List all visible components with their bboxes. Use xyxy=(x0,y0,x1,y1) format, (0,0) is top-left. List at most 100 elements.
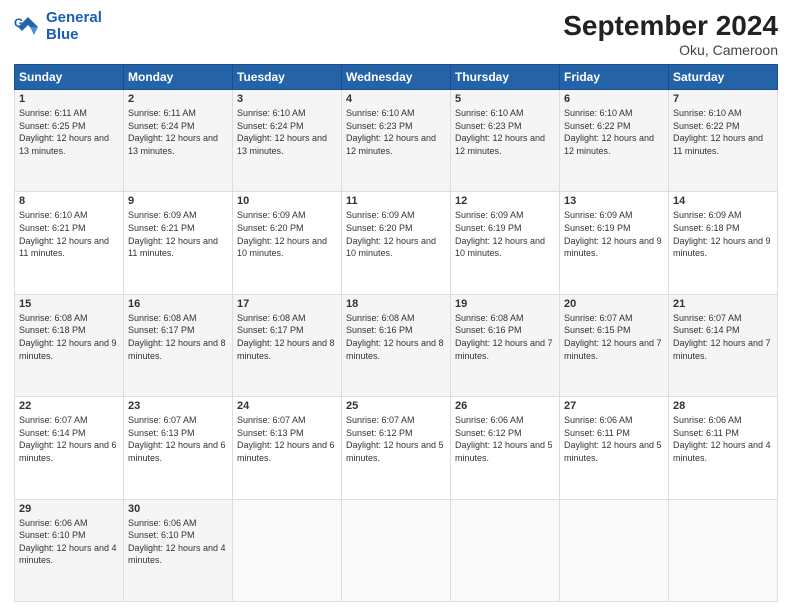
day-number: 2 xyxy=(128,93,228,105)
calendar-cell: 5Sunrise: 6:10 AM Sunset: 6:23 PM Daylig… xyxy=(451,90,560,192)
day-number: 10 xyxy=(237,195,337,207)
cell-info: Sunrise: 6:07 AM Sunset: 6:13 PM Dayligh… xyxy=(237,414,337,464)
calendar-cell xyxy=(560,499,669,601)
cell-info: Sunrise: 6:07 AM Sunset: 6:12 PM Dayligh… xyxy=(346,414,446,464)
calendar-cell: 25 Sunrise: 6:07 AM Sunset: 6:12 PM Dayli… xyxy=(342,397,451,499)
day-number: 6 xyxy=(564,93,664,105)
day-header-thursday: Thursday xyxy=(451,65,560,90)
day-number: 4 xyxy=(346,93,446,105)
cell-info: Sunrise: 6:10 AM Sunset: 6:22 PM Dayligh… xyxy=(564,107,664,157)
calendar-cell: 10 Sunrise: 6:09 AM Sunset: 6:20 PM Dayli… xyxy=(233,192,342,294)
day-header-sunday: Sunday xyxy=(15,65,124,90)
day-number: 30 xyxy=(128,503,228,515)
cell-info: Sunrise: 6:06 AM Sunset: 6:12 PM Dayligh… xyxy=(455,414,555,464)
calendar-cell: 3 Sunrise: 6:10 AM Sunset: 6:24 PM Daylig… xyxy=(233,90,342,192)
calendar-cell: 20 Sunrise: 6:07 AM Sunset: 6:15 PM Dayli… xyxy=(560,294,669,396)
day-number: 23 xyxy=(128,400,228,412)
calendar-cell: 30 Sunrise: 6:06 AM Sunset: 6:10 PM Dayli… xyxy=(124,499,233,601)
calendar-header-row: SundayMondayTuesdayWednesdayThursdayFrid… xyxy=(15,65,778,90)
calendar-cell: 17 Sunrise: 6:08 AM Sunset: 6:17 PM Dayli… xyxy=(233,294,342,396)
day-number: 1 xyxy=(19,93,119,105)
calendar-cell: 26 Sunrise: 6:06 AM Sunset: 6:12 PM Dayli… xyxy=(451,397,560,499)
cell-info: Sunrise: 6:11 AM Sunset: 6:24 PM Dayligh… xyxy=(128,107,228,157)
calendar-cell: 4 Sunrise: 6:10 AM Sunset: 6:23 PM Daylig… xyxy=(342,90,451,192)
cell-info: Sunrise: 6:11 AM Sunset: 6:25 PM Dayligh… xyxy=(19,107,119,157)
day-number: 21 xyxy=(673,298,773,310)
calendar-table: SundayMondayTuesdayWednesdayThursdayFrid… xyxy=(14,64,778,602)
day-header-tuesday: Tuesday xyxy=(233,65,342,90)
day-number: 26 xyxy=(455,400,555,412)
day-number: 12 xyxy=(455,195,555,207)
cell-info: Sunrise: 6:06 AM Sunset: 6:11 PM Dayligh… xyxy=(673,414,773,464)
day-number: 27 xyxy=(564,400,664,412)
cell-info: Sunrise: 6:09 AM Sunset: 6:19 PM Dayligh… xyxy=(455,209,555,259)
calendar-cell: 22Sunrise: 6:07 AM Sunset: 6:14 PM Dayli… xyxy=(15,397,124,499)
cell-info: Sunrise: 6:10 AM Sunset: 6:22 PM Dayligh… xyxy=(673,107,773,157)
day-number: 24 xyxy=(237,400,337,412)
calendar-cell: 11Sunrise: 6:09 AM Sunset: 6:20 PM Dayli… xyxy=(342,192,451,294)
cell-info: Sunrise: 6:09 AM Sunset: 6:18 PM Dayligh… xyxy=(673,209,773,259)
calendar-cell xyxy=(233,499,342,601)
calendar-cell: 13 Sunrise: 6:09 AM Sunset: 6:19 PM Dayli… xyxy=(560,192,669,294)
day-number: 7 xyxy=(673,93,773,105)
day-header-saturday: Saturday xyxy=(669,65,778,90)
calendar-cell: 27 Sunrise: 6:06 AM Sunset: 6:11 PM Dayli… xyxy=(560,397,669,499)
cell-info: Sunrise: 6:06 AM Sunset: 6:10 PM Dayligh… xyxy=(19,517,119,567)
day-header-wednesday: Wednesday xyxy=(342,65,451,90)
cell-info: Sunrise: 6:07 AM Sunset: 6:15 PM Dayligh… xyxy=(564,312,664,362)
calendar-cell xyxy=(342,499,451,601)
week-row-2: 15 Sunrise: 6:08 AM Sunset: 6:18 PM Dayli… xyxy=(15,294,778,396)
day-number: 3 xyxy=(237,93,337,105)
cell-info: Sunrise: 6:06 AM Sunset: 6:10 PM Dayligh… xyxy=(128,517,228,567)
day-number: 9 xyxy=(128,195,228,207)
cell-info: Sunrise: 6:10 AM Sunset: 6:21 PM Dayligh… xyxy=(19,209,119,259)
day-number: 29 xyxy=(19,503,119,515)
cell-info: Sunrise: 6:07 AM Sunset: 6:13 PM Dayligh… xyxy=(128,414,228,464)
day-number: 17 xyxy=(237,298,337,310)
calendar-cell xyxy=(451,499,560,601)
calendar-cell: 12 Sunrise: 6:09 AM Sunset: 6:19 PM Dayli… xyxy=(451,192,560,294)
calendar-cell: 16Sunrise: 6:08 AM Sunset: 6:17 PM Dayli… xyxy=(124,294,233,396)
day-number: 15 xyxy=(19,298,119,310)
cell-info: Sunrise: 6:10 AM Sunset: 6:23 PM Dayligh… xyxy=(346,107,446,157)
cell-info: Sunrise: 6:09 AM Sunset: 6:19 PM Dayligh… xyxy=(564,209,664,259)
calendar-cell: 28 Sunrise: 6:06 AM Sunset: 6:11 PM Dayli… xyxy=(669,397,778,499)
day-header-friday: Friday xyxy=(560,65,669,90)
cell-info: Sunrise: 6:08 AM Sunset: 6:18 PM Dayligh… xyxy=(19,312,119,362)
header: G General Blue September 2024 Oku, Camer… xyxy=(14,10,778,58)
day-number: 20 xyxy=(564,298,664,310)
main-title: September 2024 xyxy=(563,10,778,42)
calendar-cell: 15 Sunrise: 6:08 AM Sunset: 6:18 PM Dayli… xyxy=(15,294,124,396)
cell-info: Sunrise: 6:10 AM Sunset: 6:23 PM Dayligh… xyxy=(455,107,555,157)
calendar-cell xyxy=(669,499,778,601)
week-row-3: 22Sunrise: 6:07 AM Sunset: 6:14 PM Dayli… xyxy=(15,397,778,499)
cell-info: Sunrise: 6:08 AM Sunset: 6:16 PM Dayligh… xyxy=(455,312,555,362)
calendar-cell: 2 Sunrise: 6:11 AM Sunset: 6:24 PM Daylig… xyxy=(124,90,233,192)
day-number: 13 xyxy=(564,195,664,207)
calendar-cell: 8 Sunrise: 6:10 AM Sunset: 6:21 PM Daylig… xyxy=(15,192,124,294)
logo-text: General Blue xyxy=(46,10,102,43)
day-number: 16 xyxy=(128,298,228,310)
calendar-cell: 21 Sunrise: 6:07 AM Sunset: 6:14 PM Dayli… xyxy=(669,294,778,396)
subtitle: Oku, Cameroon xyxy=(563,42,778,58)
cell-info: Sunrise: 6:10 AM Sunset: 6:24 PM Dayligh… xyxy=(237,107,337,157)
calendar-cell: 7 Sunrise: 6:10 AM Sunset: 6:22 PM Daylig… xyxy=(669,90,778,192)
cell-info: Sunrise: 6:07 AM Sunset: 6:14 PM Dayligh… xyxy=(673,312,773,362)
day-number: 19 xyxy=(455,298,555,310)
cell-info: Sunrise: 6:08 AM Sunset: 6:17 PM Dayligh… xyxy=(237,312,337,362)
cell-info: Sunrise: 6:09 AM Sunset: 6:20 PM Dayligh… xyxy=(237,209,337,259)
day-number: 18 xyxy=(346,298,446,310)
title-block: September 2024 Oku, Cameroon xyxy=(563,10,778,58)
week-row-0: 1 Sunrise: 6:11 AM Sunset: 6:25 PM Daylig… xyxy=(15,90,778,192)
calendar-cell: 1 Sunrise: 6:11 AM Sunset: 6:25 PM Daylig… xyxy=(15,90,124,192)
day-number: 25 xyxy=(346,400,446,412)
calendar-cell: 19 Sunrise: 6:08 AM Sunset: 6:16 PM Dayli… xyxy=(451,294,560,396)
day-number: 28 xyxy=(673,400,773,412)
day-number: 14 xyxy=(673,195,773,207)
cell-info: Sunrise: 6:06 AM Sunset: 6:11 PM Dayligh… xyxy=(564,414,664,464)
calendar-cell: 6 Sunrise: 6:10 AM Sunset: 6:22 PM Daylig… xyxy=(560,90,669,192)
day-number: 8 xyxy=(19,195,119,207)
calendar-cell: 29 Sunrise: 6:06 AM Sunset: 6:10 PM Dayli… xyxy=(15,499,124,601)
calendar-cell: 18Sunrise: 6:08 AM Sunset: 6:16 PM Dayli… xyxy=(342,294,451,396)
calendar-cell: 23 Sunrise: 6:07 AM Sunset: 6:13 PM Dayli… xyxy=(124,397,233,499)
